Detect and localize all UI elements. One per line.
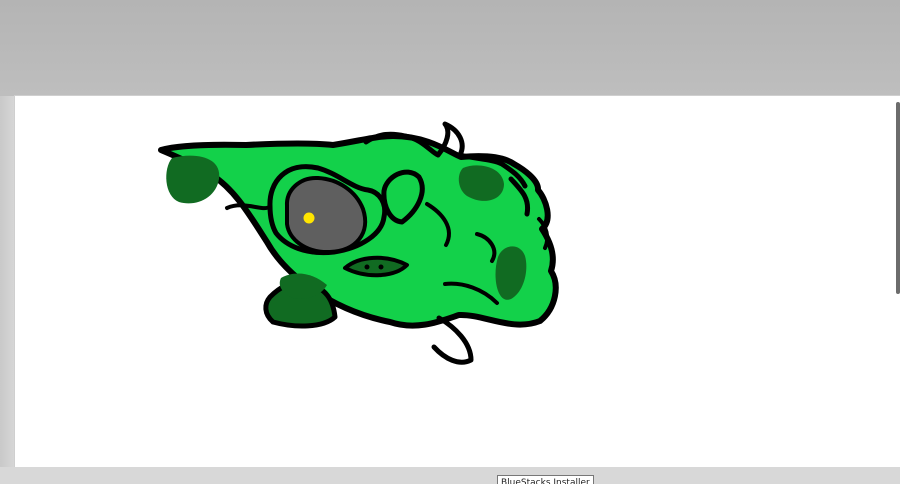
top-toolbar-area	[0, 0, 900, 96]
frog-tail-curl	[431, 315, 474, 365]
drawing-canvas[interactable]	[15, 96, 900, 467]
frog-eye-highlight	[303, 212, 315, 224]
app-window: BlueStacks Installer	[0, 0, 900, 484]
workspace-left-margin	[0, 96, 15, 484]
bluestacks-installer-tooltip: BlueStacks Installer	[497, 475, 594, 484]
frog-nostril-right	[378, 264, 384, 270]
frog-nose	[343, 255, 409, 278]
frog-nostril-left	[364, 264, 370, 270]
bottom-taskbar-area	[0, 467, 900, 484]
vertical-scrollbar[interactable]	[896, 102, 900, 294]
green-frog-drawing	[158, 121, 559, 365]
